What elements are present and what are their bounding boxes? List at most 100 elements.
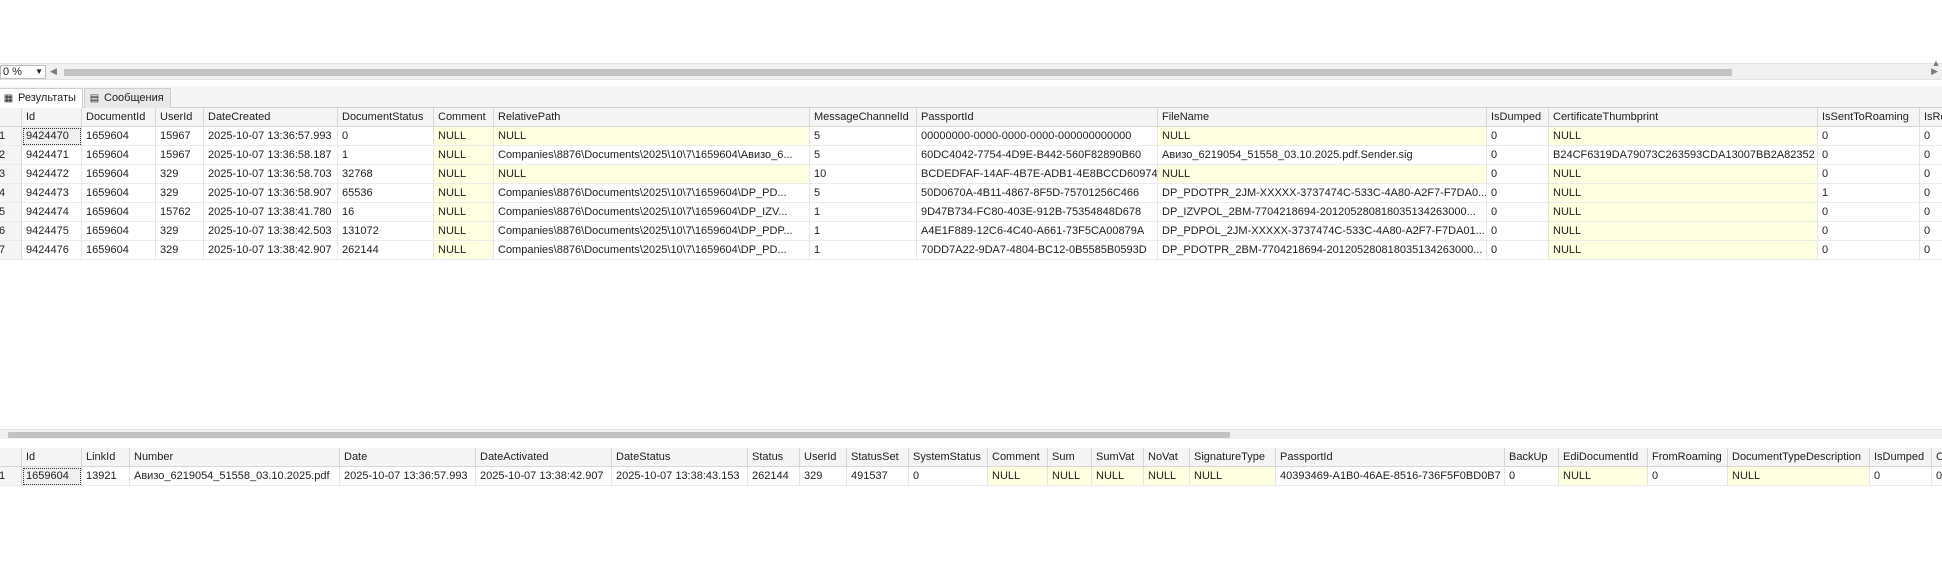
table-cell[interactable]: 0: [1648, 467, 1728, 486]
table-cell[interactable]: Companies\8876\Documents\2025\10\7\16596…: [494, 222, 810, 241]
column-header[interactable]: BackUp: [1505, 448, 1559, 467]
table-cell[interactable]: 0: [1505, 467, 1559, 486]
table-cell[interactable]: 2025-10-07 13:36:58.187: [204, 146, 338, 165]
table-cell[interactable]: 9424470: [22, 127, 82, 146]
table-cell[interactable]: 1: [810, 241, 917, 260]
table-cell[interactable]: 40393469-A1B0-46AE-8516-736F5F0BD0B7: [1276, 467, 1505, 486]
table-cell[interactable]: 131072: [338, 222, 434, 241]
table-cell[interactable]: 0: [1920, 127, 1942, 146]
table-cell[interactable]: 0: [338, 127, 434, 146]
row-number[interactable]: 4: [0, 184, 22, 203]
tab-messages[interactable]: ▤ Сообщения: [84, 88, 171, 108]
table-cell[interactable]: 1659604: [22, 467, 82, 486]
table-cell[interactable]: NULL: [1158, 127, 1487, 146]
table-cell[interactable]: 1: [1818, 184, 1920, 203]
table-cell[interactable]: NULL: [1549, 165, 1818, 184]
table-cell[interactable]: 2025-10-07 13:38:43.153: [612, 467, 748, 486]
table-cell[interactable]: 0: [909, 467, 988, 486]
table-cell[interactable]: NULL: [1549, 184, 1818, 203]
editor-scrollbar-thumb[interactable]: [64, 69, 1732, 76]
table-cell[interactable]: 5: [810, 127, 917, 146]
column-header[interactable]: Status: [748, 448, 800, 467]
table-cell[interactable]: NULL: [1549, 222, 1818, 241]
column-header[interactable]: UserId: [156, 108, 204, 127]
row-number-header[interactable]: [0, 108, 22, 127]
column-header[interactable]: FileName: [1158, 108, 1487, 127]
results-grid-2[interactable]: Id LinkId Number Date DateActivated DateStatu…: [0, 448, 1942, 488]
table-cell[interactable]: 2025-10-07 13:38:41.780: [204, 203, 338, 222]
table-cell[interactable]: 262144: [338, 241, 434, 260]
table-cell[interactable]: 1659604: [82, 165, 156, 184]
table-cell[interactable]: 0: [1487, 203, 1549, 222]
table-cell[interactable]: NULL: [434, 127, 494, 146]
table-cell[interactable]: B24CF6319DA79073C263593CDA13007BB2A82352: [1549, 146, 1818, 165]
table-cell[interactable]: 0: [1932, 467, 1942, 486]
row-number-header[interactable]: [0, 448, 22, 467]
table-cell[interactable]: 32768: [338, 165, 434, 184]
table-cell[interactable]: 0: [1920, 222, 1942, 241]
table-cell[interactable]: 1: [810, 222, 917, 241]
row-number[interactable]: 3: [0, 165, 22, 184]
column-header[interactable]: StatusSet: [847, 448, 909, 467]
column-header[interactable]: SystemStatus: [909, 448, 988, 467]
table-cell[interactable]: 0: [1818, 165, 1920, 184]
table-cell[interactable]: 9424476: [22, 241, 82, 260]
table-row[interactable]: 4942447316596043292025-10-07 13:36:58.90…: [0, 184, 1942, 203]
column-header[interactable]: PassportId: [1276, 448, 1505, 467]
table-cell[interactable]: A4E1F889-12C6-4C40-A661-73F5CA00879A: [917, 222, 1158, 241]
table-cell[interactable]: 0: [1818, 127, 1920, 146]
column-header[interactable]: DateStatus: [612, 448, 748, 467]
table-cell[interactable]: 329: [156, 241, 204, 260]
table-cell[interactable]: Companies\8876\Documents\2025\10\7\16596…: [494, 146, 810, 165]
table-cell[interactable]: 0: [1920, 165, 1942, 184]
column-header[interactable]: IsDumped: [1870, 448, 1932, 467]
column-header[interactable]: Id: [22, 108, 82, 127]
column-header[interactable]: C: [1932, 448, 1942, 467]
table-cell[interactable]: 9424472: [22, 165, 82, 184]
column-header[interactable]: NoVat: [1144, 448, 1190, 467]
table-cell[interactable]: 15762: [156, 203, 204, 222]
table-cell[interactable]: 0: [1870, 467, 1932, 486]
table-row[interactable]: 594244741659604157622025-10-07 13:38:41.…: [0, 203, 1942, 222]
table-cell[interactable]: 2025-10-07 13:36:57.993: [340, 467, 476, 486]
table-cell[interactable]: 70DD7A22-9DA7-4804-BC12-0B5585B0593D: [917, 241, 1158, 260]
table-cell[interactable]: DP_IZVPOL_2BM-7704218694-201205280818035…: [1158, 203, 1487, 222]
column-header[interactable]: IsDumped: [1487, 108, 1549, 127]
table-cell[interactable]: 0: [1487, 127, 1549, 146]
column-header[interactable]: Comment: [988, 448, 1048, 467]
table-cell[interactable]: Авизо_6219054_51558_03.10.2025.pdf: [130, 467, 340, 486]
table-cell[interactable]: 0: [1487, 241, 1549, 260]
table-cell[interactable]: 0: [1818, 203, 1920, 222]
table-cell[interactable]: 13921: [82, 467, 130, 486]
table-cell[interactable]: 0: [1487, 146, 1549, 165]
table-cell[interactable]: Авизо_6219054_51558_03.10.2025.pdf.Sende…: [1158, 146, 1487, 165]
table-cell[interactable]: 329: [156, 222, 204, 241]
table-cell[interactable]: NULL: [434, 165, 494, 184]
table-row[interactable]: 7942447616596043292025-10-07 13:38:42.90…: [0, 241, 1942, 260]
table-row[interactable]: 1165960413921Авизо_6219054_51558_03.10.2…: [0, 467, 1942, 486]
column-header[interactable]: UserId: [800, 448, 847, 467]
table-cell[interactable]: 2025-10-07 13:36:57.993: [204, 127, 338, 146]
column-header[interactable]: DateActivated: [476, 448, 612, 467]
table-cell[interactable]: 15967: [156, 146, 204, 165]
table-row[interactable]: 6942447516596043292025-10-07 13:38:42.50…: [0, 222, 1942, 241]
row-number[interactable]: 2: [0, 146, 22, 165]
table-cell[interactable]: 15967: [156, 127, 204, 146]
column-header[interactable]: IsRe: [1920, 108, 1942, 127]
table-cell[interactable]: 0: [1920, 203, 1942, 222]
table-cell[interactable]: 2025-10-07 13:38:42.907: [476, 467, 612, 486]
column-header[interactable]: DocumentId: [82, 108, 156, 127]
table-cell[interactable]: Companies\8876\Documents\2025\10\7\16596…: [494, 184, 810, 203]
table-cell[interactable]: NULL: [1549, 203, 1818, 222]
table-cell[interactable]: 65536: [338, 184, 434, 203]
table-cell[interactable]: 2025-10-07 13:36:58.703: [204, 165, 338, 184]
column-header[interactable]: SignatureType: [1190, 448, 1276, 467]
table-cell[interactable]: NULL: [434, 222, 494, 241]
table-cell[interactable]: NULL: [494, 127, 810, 146]
column-header[interactable]: EdiDocumentId: [1559, 448, 1648, 467]
table-cell[interactable]: 329: [156, 184, 204, 203]
table-cell[interactable]: NULL: [434, 241, 494, 260]
table-cell[interactable]: 5: [810, 184, 917, 203]
table-cell[interactable]: Companies\8876\Documents\2025\10\7\16596…: [494, 241, 810, 260]
table-cell[interactable]: NULL: [494, 165, 810, 184]
